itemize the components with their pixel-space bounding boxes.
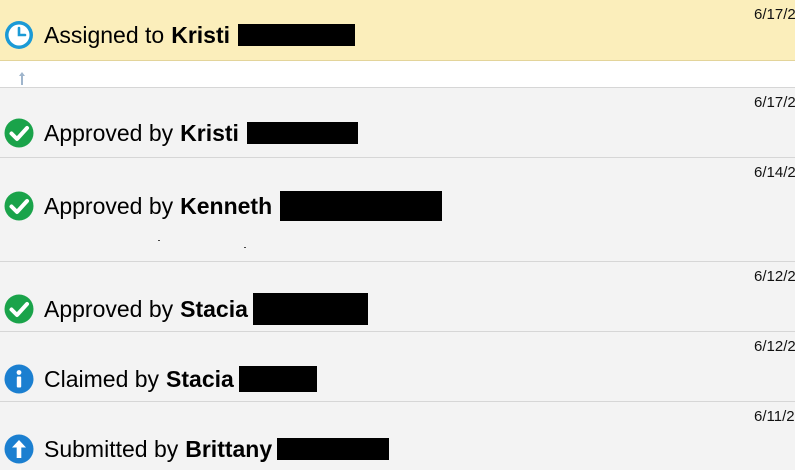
event-action: Assigned to [44,21,165,48]
checkmark-icon [4,118,34,148]
event-date: 6/12/2 [754,268,795,285]
event-date: 6/17/2 [754,94,795,111]
event-date: 6/11/2 [754,408,795,425]
clock-icon [4,20,34,50]
redaction-block [246,122,358,144]
speck [244,247,246,248]
redaction-block [238,24,355,46]
redaction-block [238,366,317,392]
info-icon [4,364,34,394]
event-action: Approved by [44,295,174,322]
up-arrow-icon [4,434,34,464]
event-actor: Stacia [166,365,234,392]
speck [158,240,160,241]
history-item-assigned: 6/17/2 Assigned to Kristi [0,0,795,61]
event-action: Approved by [44,119,174,146]
redaction-block [277,438,390,460]
event-action: Claimed by [44,365,160,392]
event-action: Approved by [44,192,174,219]
history-item-approved: 6/14/2 Approved by Kenneth [0,157,795,261]
history-item-approved: 6/12/2 Approved by Stacia [0,261,795,331]
redaction-block [280,191,443,221]
redaction-block [252,293,368,325]
event-actor: Brittany [185,435,273,462]
history-item-submitted: 6/11/2 Submitted by Brittany [0,401,795,470]
event-action: Submitted by [44,435,179,462]
event-actor: Kristi [171,21,230,48]
history-item-approved: 6/17/2 Approved by Kristi [0,87,795,157]
checkmark-icon [4,191,34,221]
event-actor: Stacia [180,295,248,322]
event-date: 6/17/2 [754,6,795,23]
event-actor: Kenneth [180,192,273,219]
event-actor: Kristi [180,119,239,146]
event-date: 6/14/2 [754,164,795,181]
history-item-claimed: 6/12/2 Claimed by Stacia [0,331,795,401]
event-date: 6/12/2 [754,338,795,355]
checkmark-icon [4,294,34,324]
up-arrow-connector-icon [14,70,30,86]
